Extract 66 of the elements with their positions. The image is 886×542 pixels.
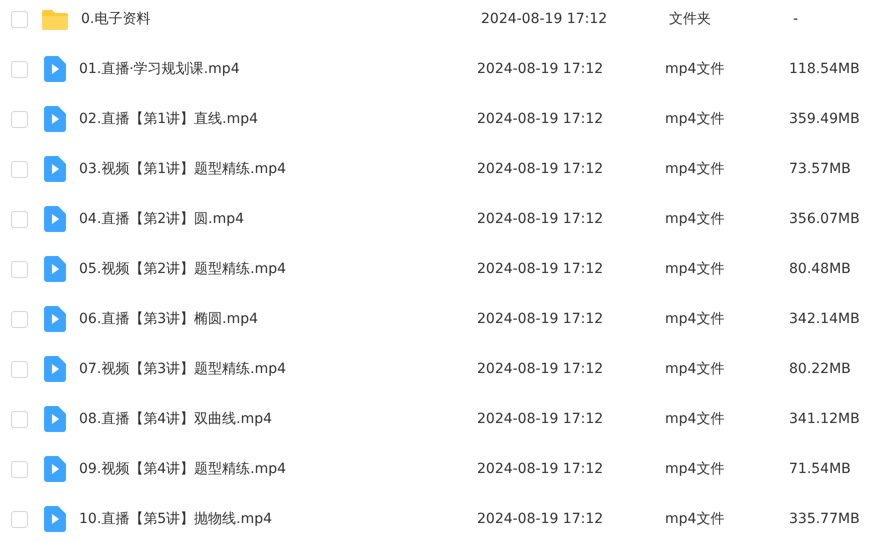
modified-date: 2024-08-19 17:12 [477,361,604,377]
file-type: mp4文件 [665,260,726,278]
checkbox[interactable] [11,460,28,478]
file-type: mp4文件 [665,310,726,328]
file-name[interactable]: 04.直播【第2讲】圆.mp4 [79,210,477,228]
file-size: 80.22MB [789,361,852,377]
checkbox[interactable] [11,210,28,228]
folder-icon [42,8,68,30]
checkbox[interactable] [11,10,28,28]
file-size: 359.49MB [789,111,861,127]
checkbox[interactable] [11,360,28,378]
checkbox[interactable] [11,60,28,78]
checkbox[interactable] [11,310,28,328]
file-size: 118.54MB [789,61,861,77]
video-file-icon [44,406,66,432]
video-file-icon [44,256,66,282]
modified-date: 2024-08-19 17:12 [477,161,604,177]
modified-date: 2024-08-19 17:12 [481,11,608,27]
modified-date: 2024-08-19 17:12 [477,311,604,327]
file-size: 342.14MB [789,311,861,327]
file-type: mp4文件 [665,160,726,178]
video-file-icon [44,506,66,532]
file-name[interactable]: 10.直播【第5讲】抛物线.mp4 [79,510,477,528]
file-type: mp4文件 [665,210,726,228]
modified-date: 2024-08-19 17:12 [477,61,604,77]
video-file-icon [44,156,66,182]
file-type: 文件夹 [669,10,712,28]
video-file-icon [44,306,66,332]
checkbox[interactable] [11,260,28,278]
file-type: mp4文件 [665,460,726,478]
file-name[interactable]: 02.直播【第1讲】直线.mp4 [79,110,477,128]
file-name[interactable]: 06.直播【第3讲】椭圆.mp4 [79,310,477,328]
video-file-icon [44,56,66,82]
file-name[interactable]: 01.直播·学习规划课.mp4 [79,60,477,78]
file-type: mp4文件 [665,410,726,428]
file-name[interactable]: 0.电子资料 [81,10,481,28]
file-name[interactable]: 05.视频【第2讲】题型精练.mp4 [79,260,477,278]
file-type: mp4文件 [665,110,726,128]
video-file-icon [44,456,66,482]
file-size: 356.07MB [789,211,861,227]
file-type: mp4文件 [665,510,726,528]
checkbox[interactable] [11,410,28,428]
modified-date: 2024-08-19 17:12 [477,411,604,427]
file-name[interactable]: 07.视频【第3讲】题型精练.mp4 [79,360,477,378]
video-file-icon [44,206,66,232]
file-type: mp4文件 [665,60,726,78]
file-name[interactable]: 09.视频【第4讲】题型精练.mp4 [79,460,477,478]
file-type: mp4文件 [665,360,726,378]
file-size: - [793,11,800,27]
checkbox[interactable] [11,510,28,528]
file-size: 335.77MB [789,511,861,527]
video-file-icon [44,356,66,382]
file-name[interactable]: 03.视频【第1讲】题型精练.mp4 [79,160,477,178]
file-name[interactable]: 08.直播【第4讲】双曲线.mp4 [79,410,477,428]
file-size: 73.57MB [789,161,852,177]
modified-date: 2024-08-19 17:12 [477,111,604,127]
modified-date: 2024-08-19 17:12 [477,461,604,477]
video-file-icon [44,106,66,132]
modified-date: 2024-08-19 17:12 [477,261,604,277]
file-size: 341.12MB [789,411,861,427]
modified-date: 2024-08-19 17:12 [477,211,604,227]
checkbox[interactable] [11,160,28,178]
modified-date: 2024-08-19 17:12 [477,511,604,527]
checkbox[interactable] [11,110,28,128]
file-size: 80.48MB [789,261,852,277]
file-size: 71.54MB [789,461,852,477]
